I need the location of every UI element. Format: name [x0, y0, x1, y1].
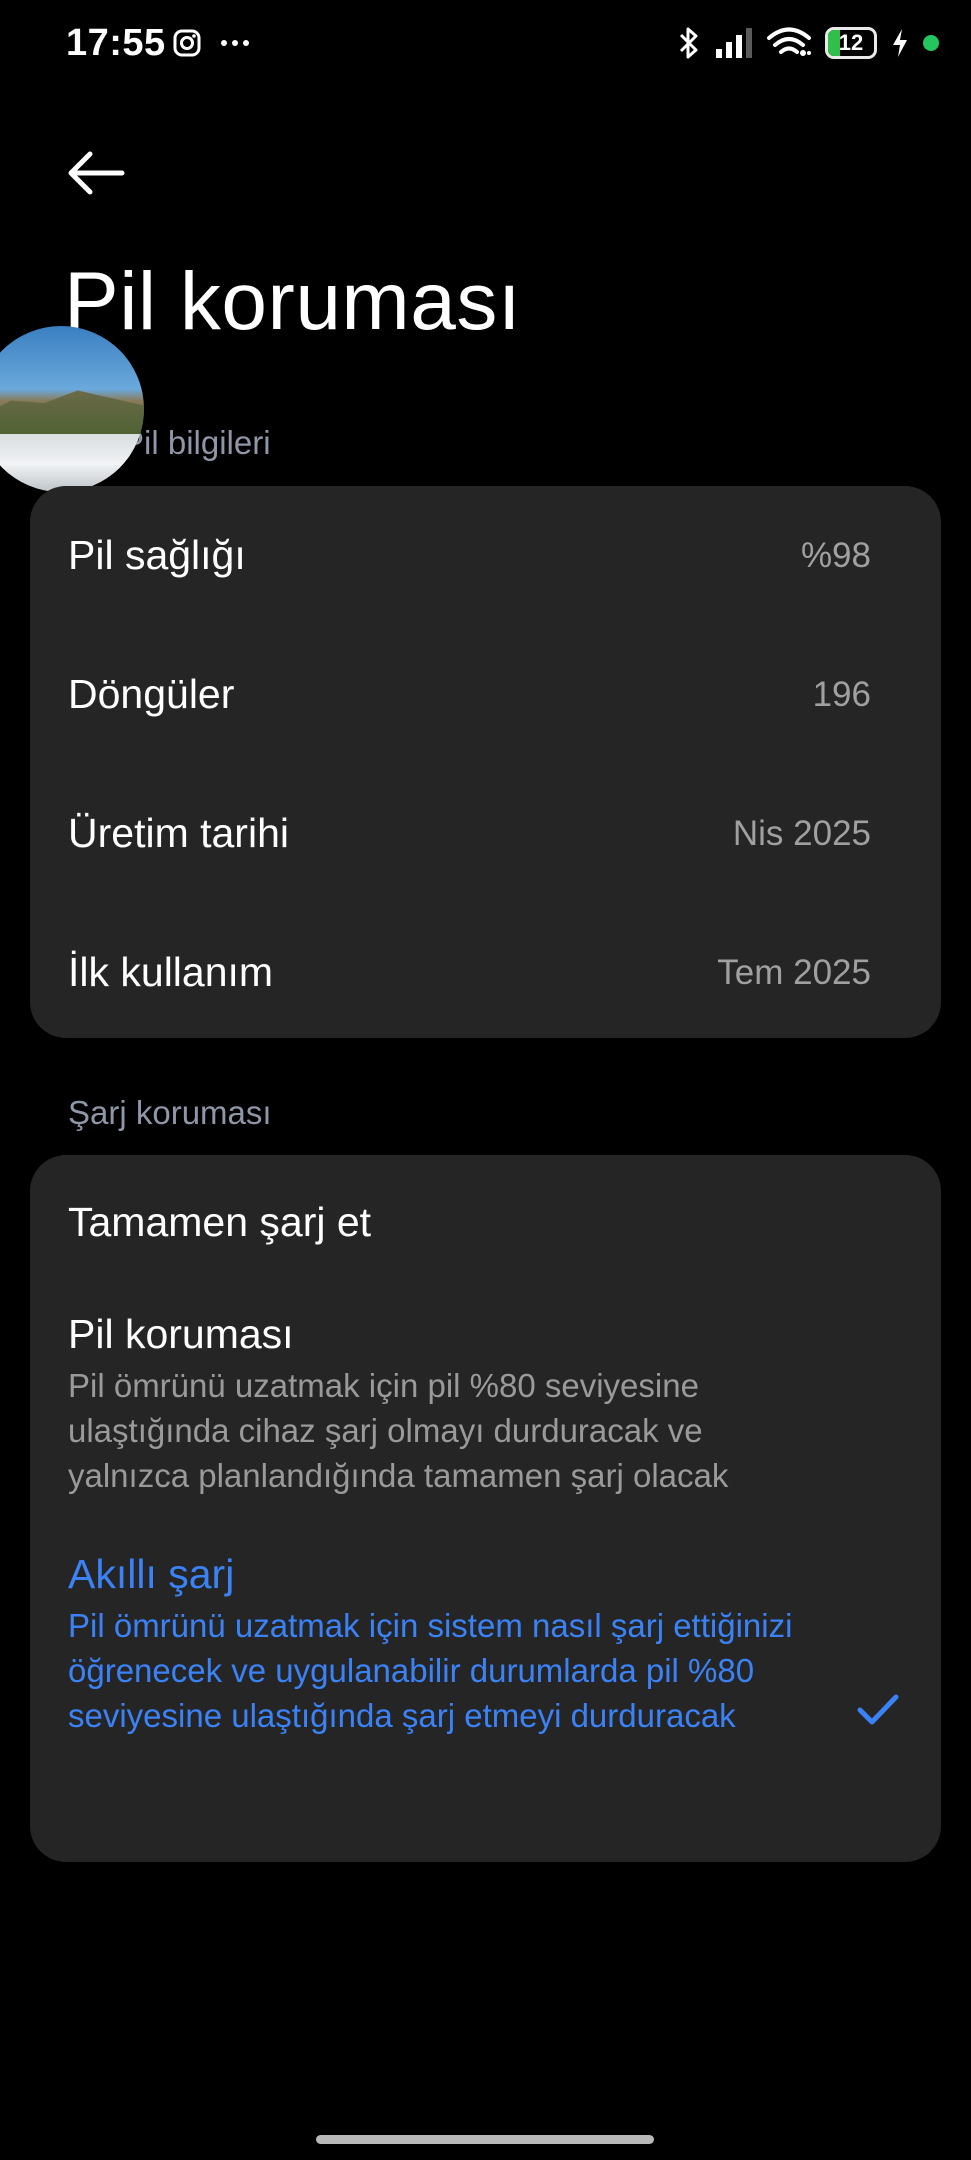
- checkmark-icon: [857, 1694, 899, 1725]
- option-smart-charging-title: Akıllı şarj: [68, 1551, 235, 1597]
- manufacture-date-value: Nis 2025: [732, 814, 871, 853]
- battery-health-value: %98: [800, 536, 871, 575]
- option-full-charge[interactable]: Tamamen şarj et: [30, 1155, 941, 1295]
- status-time: 17:55: [66, 22, 166, 64]
- wifi-icon: [767, 27, 811, 56]
- status-right-icons: 12: [677, 26, 939, 60]
- status-left-icons: [172, 28, 250, 58]
- battery-health-label: Pil sağlığı: [68, 532, 246, 578]
- instagram-icon: [173, 29, 201, 57]
- avatar-landscape-river: [0, 434, 144, 492]
- home-indicator[interactable]: [316, 2135, 654, 2144]
- charging-icon: [893, 29, 907, 57]
- option-battery-protection-title: Pil koruması: [68, 1311, 294, 1357]
- option-full-charge-title: Tamamen şarj et: [68, 1199, 372, 1245]
- battery-info-card: Pil sağlığı %98 Döngüler 196 Üretim tari…: [30, 486, 941, 1038]
- cycles-label: Döngüler: [68, 671, 235, 717]
- privacy-dot-icon: [923, 35, 939, 51]
- bluetooth-icon: [679, 27, 698, 59]
- option-smart-charging-description: Pil ömrünü uzatmak için sistem nasıl şar…: [68, 1607, 793, 1734]
- option-battery-protection[interactable]: Pil koruması Pil ömrünü uzatmak için pil…: [30, 1295, 941, 1535]
- floating-avatar[interactable]: [0, 326, 144, 492]
- section-label-battery-info: Pil bilgileri: [122, 424, 271, 461]
- option-battery-protection-description: Pil ömrünü uzatmak için pil %80 seviyesi…: [68, 1367, 729, 1494]
- first-use-label: İlk kullanım: [68, 949, 274, 995]
- manufacture-date-label: Üretim tarihi: [68, 810, 289, 856]
- signal-icon: [716, 28, 752, 58]
- avatar-landscape-hill: [0, 390, 144, 438]
- battery-level: 12: [838, 30, 864, 55]
- option-smart-charging[interactable]: Akıllı şarj Pil ömrünü uzatmak için sist…: [30, 1535, 941, 1862]
- back-arrow-icon[interactable]: [66, 148, 126, 198]
- more-icon: [221, 40, 249, 46]
- battery-icon: 12: [825, 27, 877, 59]
- first-use-value: Tem 2025: [717, 953, 871, 992]
- charge-protection-card: Tamamen şarj et Pil koruması Pil ömrünü …: [30, 1155, 941, 1862]
- cycles-value: 196: [812, 675, 871, 714]
- page-title: Pil koruması: [64, 256, 522, 347]
- section-label-charge-protection: Şarj koruması: [68, 1094, 272, 1131]
